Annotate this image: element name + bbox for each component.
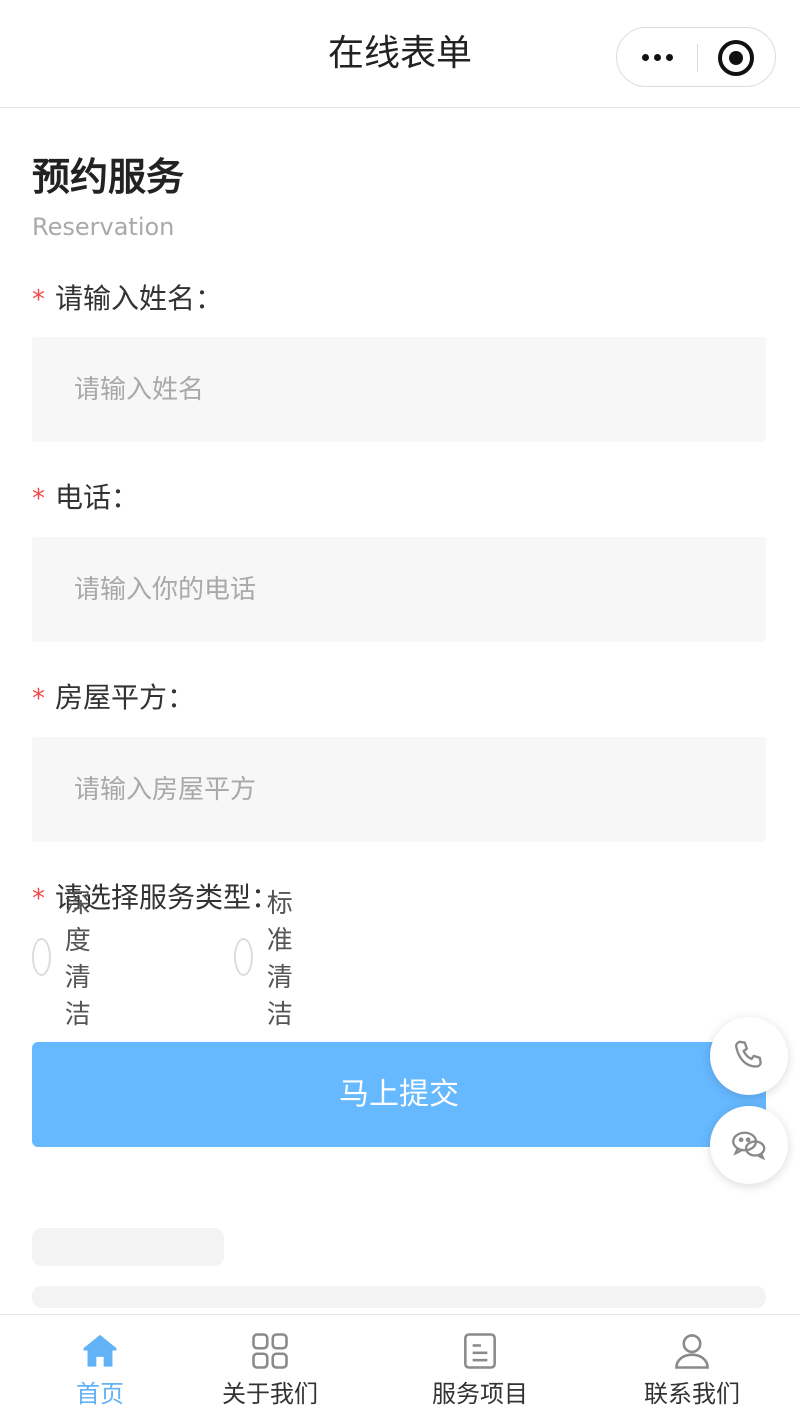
capsule-divider bbox=[697, 44, 698, 72]
tab-label: 服务项目 bbox=[432, 1380, 528, 1408]
radio-label: 标准清洁 bbox=[266, 889, 293, 1030]
close-target-icon[interactable] bbox=[718, 40, 754, 76]
phone-icon bbox=[735, 1040, 762, 1068]
radio-circle[interactable] bbox=[32, 938, 51, 976]
area-label-text: 房屋平方： bbox=[55, 681, 196, 714]
tab-about[interactable]: 关于我们 bbox=[170, 1315, 370, 1425]
section-title: 预约服务 bbox=[32, 155, 185, 199]
tab-label: 联系我们 bbox=[644, 1380, 740, 1408]
mini-program-capsule bbox=[616, 27, 776, 87]
name-label-text: 请输入姓名： bbox=[55, 282, 224, 315]
grid-icon bbox=[252, 1333, 288, 1369]
required-mark: * bbox=[32, 484, 45, 514]
section-subtitle: Reservation bbox=[32, 213, 175, 241]
more-icon[interactable] bbox=[617, 28, 697, 86]
floating-chat-button[interactable] bbox=[710, 1106, 788, 1184]
submit-button[interactable]: 马上提交 bbox=[32, 1042, 766, 1147]
phone-label-text: 电话： bbox=[55, 481, 140, 514]
skeleton-placeholder bbox=[32, 1228, 224, 1266]
home-icon bbox=[83, 1334, 117, 1367]
tab-label: 关于我们 bbox=[222, 1380, 318, 1408]
phone-input[interactable] bbox=[32, 537, 766, 642]
required-mark: * bbox=[32, 684, 45, 714]
phone-label: * 电话： bbox=[32, 480, 139, 517]
tab-bar: 首页 关于我们 服务项目 联系我们 bbox=[0, 1314, 800, 1425]
radio-label: 深度清洁 bbox=[64, 889, 91, 1030]
required-mark: * bbox=[32, 884, 45, 914]
radio-circle[interactable] bbox=[234, 938, 253, 976]
user-icon bbox=[675, 1334, 709, 1369]
document-icon bbox=[464, 1333, 496, 1369]
chat-icon bbox=[732, 1131, 766, 1161]
skeleton-placeholder bbox=[32, 1286, 766, 1308]
tab-label: 首页 bbox=[76, 1380, 124, 1408]
name-input[interactable] bbox=[32, 337, 766, 442]
nav-header: 在线表单 bbox=[0, 0, 800, 108]
area-input[interactable] bbox=[32, 737, 766, 842]
area-label: * 房屋平方： bbox=[32, 680, 195, 717]
tab-contact[interactable]: 联系我们 bbox=[592, 1315, 792, 1425]
page: 在线表单 预约服务 Reservation * 请输入姓名： * 电话： * 房屋平方… bbox=[0, 0, 800, 1425]
required-mark: * bbox=[32, 285, 45, 315]
radio-option-standard-clean[interactable]: 标准清洁 bbox=[234, 889, 312, 1030]
radio-option-deep-clean[interactable]: 深度清洁 bbox=[32, 889, 110, 1030]
tab-services[interactable]: 服务项目 bbox=[380, 1315, 580, 1425]
name-label: * 请输入姓名： bbox=[32, 281, 223, 318]
floating-phone-button[interactable] bbox=[710, 1017, 788, 1095]
